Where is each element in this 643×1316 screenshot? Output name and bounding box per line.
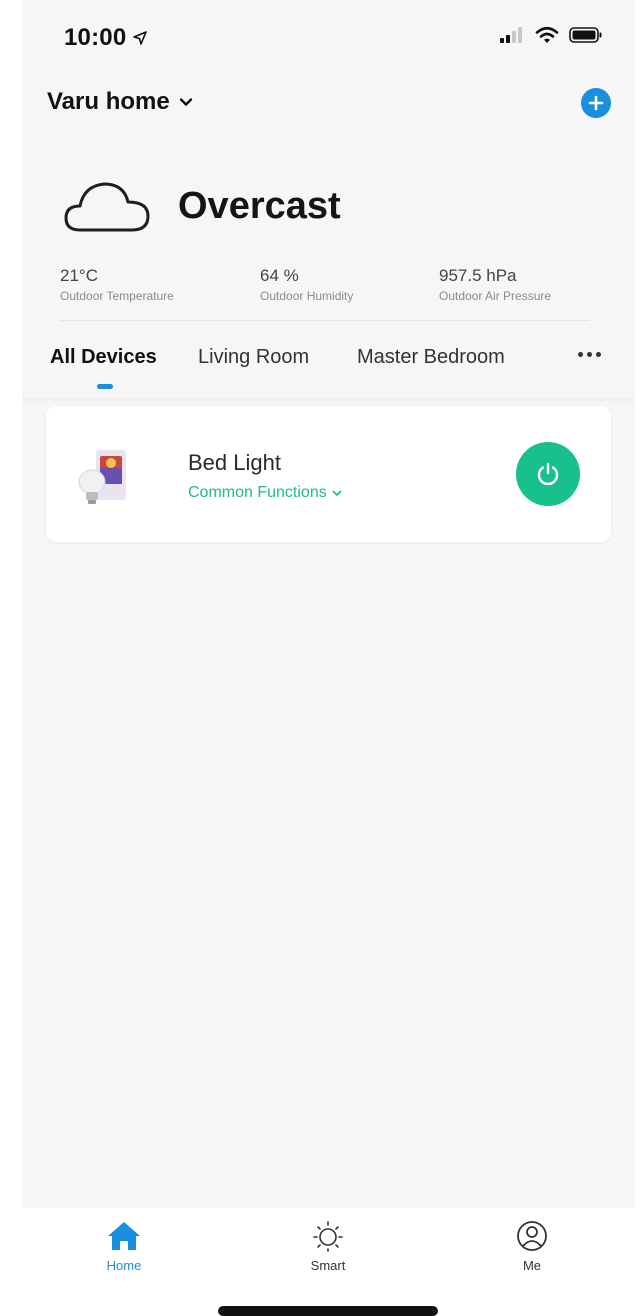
stat-temperature: 21°C Outdoor Temperature: [60, 266, 174, 303]
weather-condition: Overcast: [178, 184, 341, 227]
device-card[interactable]: Bed Light Common Functions: [46, 406, 611, 542]
section-divider: [22, 398, 635, 404]
more-dot-icon: [578, 352, 583, 357]
nav-label: Home: [106, 1258, 142, 1273]
stat-value: 957.5 hPa: [439, 266, 517, 285]
chevron-down-icon: [332, 490, 342, 496]
app-screen: 10:00 Varu home Overcast 21°C Outdoor Te…: [22, 0, 635, 1290]
wifi-icon: [535, 26, 559, 43]
device-name: Bed Light: [188, 450, 281, 475]
battery-icon: [569, 27, 602, 43]
active-tab-indicator: [97, 384, 113, 389]
sun-icon: [313, 1221, 343, 1252]
status-time: 10:00: [64, 24, 148, 52]
stat-label: Outdoor Humidity: [260, 289, 354, 303]
weather-stats: 21°C Outdoor Temperature 64 % Outdoor Hu…: [60, 266, 590, 321]
nav-label: Me: [522, 1258, 542, 1273]
stat-label: Outdoor Temperature: [60, 289, 174, 303]
plus-icon: [588, 95, 604, 111]
tab-all-devices[interactable]: All Devices: [50, 346, 157, 369]
status-icons: [499, 26, 603, 44]
bottom-navigation: Home Smart Me: [22, 1208, 635, 1290]
stat-value: 21°C: [60, 266, 98, 285]
stat-humidity: 64 % Outdoor Humidity: [260, 266, 353, 303]
functions-label: Common Functions: [188, 484, 327, 501]
nav-item-smart[interactable]: Smart: [278, 1220, 378, 1273]
more-dot-icon: [587, 352, 592, 357]
weather-summary: Overcast: [62, 176, 341, 236]
home-indicator: [218, 1306, 438, 1316]
stat-value: 64 %: [260, 266, 299, 285]
location-arrow-icon: [133, 31, 148, 45]
room-tabs: All Devices Living Room Master Bedroom: [50, 346, 610, 396]
stat-label: Outdoor Air Pressure: [439, 289, 552, 303]
user-icon: [517, 1221, 547, 1251]
more-tabs-button[interactable]: [578, 352, 601, 357]
cloud-icon: [64, 182, 150, 232]
power-icon: [537, 462, 559, 486]
nav-label: Smart: [310, 1258, 346, 1273]
home-icon: [108, 1222, 140, 1250]
signal-icon: [500, 27, 522, 43]
nav-item-home[interactable]: Home: [74, 1220, 174, 1273]
light-bulb-icon: [78, 450, 126, 504]
status-bar: 10:00: [22, 0, 635, 80]
more-dot-icon: [596, 352, 601, 357]
add-button[interactable]: [581, 88, 611, 118]
status-time-text: 10:00: [64, 24, 127, 51]
home-selector[interactable]: Varu home: [47, 88, 194, 116]
home-name: Varu home: [47, 88, 170, 115]
common-functions-link[interactable]: Common Functions: [188, 484, 343, 502]
tab-fade: [520, 346, 600, 376]
tab-living-room[interactable]: Living Room: [198, 346, 309, 369]
power-button[interactable]: [516, 442, 580, 506]
nav-item-me[interactable]: Me: [482, 1220, 582, 1273]
tab-master-bedroom[interactable]: Master Bedroom: [357, 346, 505, 369]
chevron-down-icon: [179, 98, 192, 106]
stat-air-pressure: 957.5 hPa Outdoor Air Pressure: [439, 266, 551, 303]
